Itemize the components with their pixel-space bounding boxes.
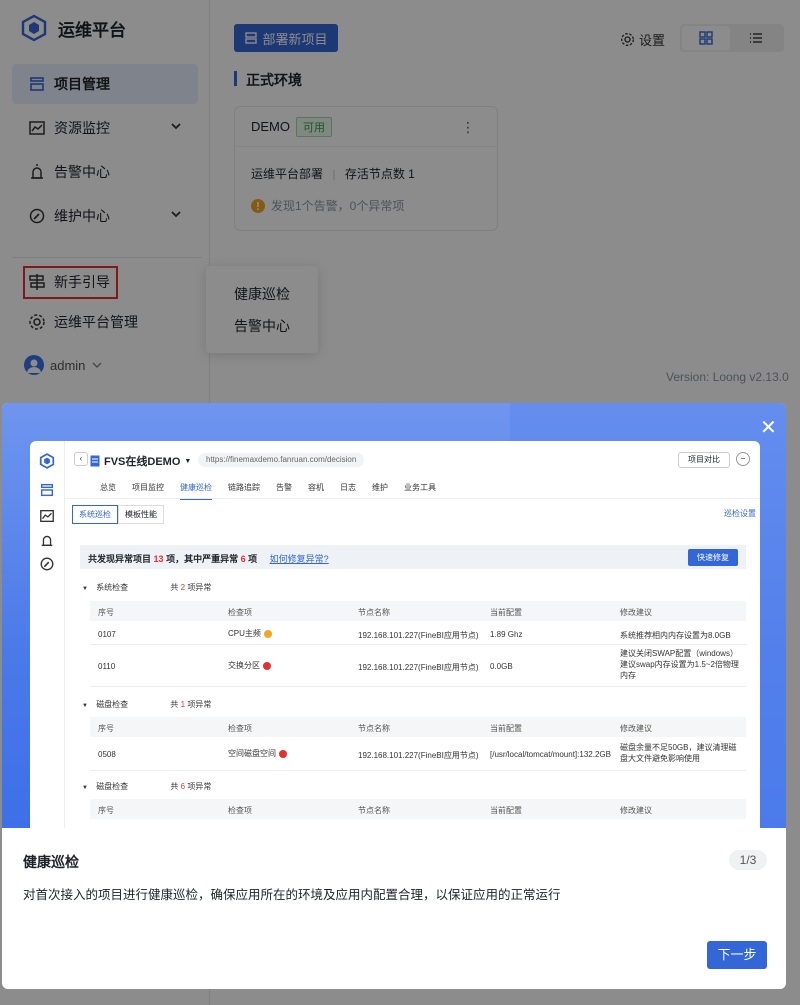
header-cell: 当前配置 [490, 806, 522, 815]
caret-down-icon: ▼ [82, 586, 88, 592]
header-cell: 节点名称 [358, 608, 390, 617]
preview-table-header: 序号 检查项 节点名称 当前配置 修改建议 [90, 601, 746, 621]
group-summary-post: 项异常 [187, 583, 212, 592]
header-cell: 节点名称 [358, 806, 390, 815]
row-config: [/usr/local/tomcat/mount]:132.2GB [490, 750, 611, 759]
group-count: 6 [180, 782, 186, 791]
alarm-icon [41, 535, 53, 546]
preview-table-header: 序号 检查项 节点名称 当前配置 修改建议 [90, 717, 746, 737]
alert-count: 13 [153, 554, 164, 564]
row-node: 192.168.101.227(FineBI应用节点) [358, 751, 479, 760]
next-step-button[interactable]: 下一步 [707, 941, 767, 969]
header-cell: 检查项 [228, 806, 252, 815]
row-advice: 建议关闭SWAP配置（windows）建议swap内存设置为1.5~2倍物理内存 [620, 649, 739, 680]
step-indicator: 1/3 [729, 850, 767, 870]
preview-subtabs: 系统巡检 模板性能 [72, 505, 164, 524]
feature-preview-screenshot: ‹ FVS在线DEMO ▼ https://finemaxdemo.fanrua… [30, 441, 760, 828]
preview-group-header: ▼ 磁盘检查 共 6 项异常 [82, 781, 211, 792]
header-cell: 修改建议 [620, 724, 652, 733]
header-cell: 检查项 [228, 724, 252, 733]
caret-down-icon: ▼ [82, 785, 88, 791]
header-cell: 节点名称 [358, 724, 390, 733]
preview-inspection-settings: 巡检设置 [724, 509, 756, 518]
preview-project-title: FVS在线DEMO ▼ [90, 453, 191, 469]
quick-fix-button: 快速修复 [688, 549, 738, 566]
header-cell: 检查项 [228, 608, 252, 617]
row-node: 192.168.101.227(FineBI应用节点) [358, 663, 479, 672]
modal-title: 健康巡检 [23, 854, 79, 870]
table-row: 0508 空间磁盘空间 192.168.101.227(FineBI应用节点) … [90, 739, 746, 771]
preview-table-header: 序号 检查项 节点名称 当前配置 修改建议 [90, 799, 746, 819]
row-config: 1.89 Ghz [490, 630, 523, 639]
preview-alert-bar: 共发现异常项目 13 项，其中严重异常 6 项 如何修复异常? 快速修复 [80, 545, 746, 569]
row-item: CPU主频 [228, 628, 272, 639]
row-node: 192.168.101.227(FineBI应用节点) [358, 631, 479, 640]
header-cell: 修改建议 [620, 608, 652, 617]
row-config: 0.0GB [490, 662, 513, 671]
group-count: 1 [180, 700, 186, 709]
minus-icon: − [736, 452, 750, 466]
preview-sidebar [30, 441, 65, 828]
group-name: 系统检查 [96, 583, 129, 592]
error-dot-icon [263, 661, 271, 670]
row-item-text: 空间磁盘空间 [228, 749, 276, 758]
row-advice: 磁盘余量不足50GB，建议清理磁盘大文件避免影响使用 [620, 743, 737, 763]
preview-subtab: 模板性能 [118, 505, 164, 524]
alert-help-link: 如何修复异常? [269, 554, 329, 564]
table-row: 0110 交换分区 192.168.101.227(FineBI应用节点) 0.… [90, 645, 746, 687]
row-id: 0508 [98, 750, 116, 759]
group-name: 磁盘检查 [96, 782, 129, 791]
preview-group-header: ▼ 系统检查 共 2 项异常 [82, 582, 211, 593]
preview-url: https://finemaxdemo.fanruan.com/decision [198, 453, 365, 467]
modal-banner: ✕ ‹ FVS在线DEMO ▼ https://finemaxdemo.fanr… [2, 403, 786, 828]
row-item-text: 交换分区 [228, 661, 260, 670]
header-cell: 序号 [98, 608, 114, 617]
row-item: 空间磁盘空间 [228, 748, 287, 759]
preview-subtab-active: 系统巡检 [72, 505, 118, 524]
warning-dot-icon [263, 629, 272, 638]
group-name: 磁盘检查 [96, 700, 129, 709]
header-cell: 当前配置 [490, 608, 522, 617]
document-icon [90, 455, 100, 467]
group-summary-post: 项异常 [187, 700, 212, 709]
header-cell: 序号 [98, 806, 114, 815]
table-row: 0107 CPU主频 192.168.101.227(FineBI应用节点) 1… [90, 623, 746, 645]
alert-severe-count: 6 [240, 554, 246, 564]
preview-project-name: FVS在线DEMO [104, 456, 181, 468]
header-cell: 修改建议 [620, 806, 652, 815]
preview-tab-divider [65, 498, 760, 499]
back-button: ‹ [74, 452, 88, 466]
caret-down-icon: ▼ [184, 457, 192, 465]
group-summary-pre: 共 [170, 782, 179, 791]
wrench-icon [40, 557, 54, 571]
row-item: 交换分区 [228, 660, 271, 671]
group-count: 2 [180, 583, 186, 592]
preview-group-header: ▼ 磁盘检查 共 1 项异常 [82, 699, 211, 710]
alert-suffix: 项 [248, 554, 258, 564]
error-dot-icon [279, 749, 287, 758]
header-cell: 序号 [98, 724, 114, 733]
layers-icon [40, 483, 54, 497]
row-item-text: CPU主频 [228, 629, 261, 638]
guide-modal: ✕ ‹ FVS在线DEMO ▼ https://finemaxdemo.fanr… [2, 403, 786, 989]
chart-line-icon [40, 510, 54, 522]
alert-mid: 项，其中严重异常 [166, 554, 239, 564]
group-summary-post: 项异常 [187, 782, 212, 791]
logo-icon [39, 453, 55, 469]
close-icon[interactable]: ✕ [760, 415, 777, 440]
caret-down-icon: ▼ [82, 703, 88, 709]
row-advice: 系统推荐相内内存设置为8.0GB [620, 631, 731, 640]
row-id: 0110 [98, 662, 116, 671]
modal-description: 对首次接入的项目进行健康巡检，确保应用所在的环境及应用内配置合理，以保证应用的正… [23, 888, 561, 902]
row-id: 0107 [98, 630, 116, 639]
group-summary-pre: 共 [170, 700, 179, 709]
preview-compare-button: 项目对比 [678, 452, 730, 468]
header-cell: 当前配置 [490, 724, 522, 733]
alert-prefix: 共发现异常项目 [88, 554, 152, 564]
group-summary-pre: 共 [170, 583, 179, 592]
